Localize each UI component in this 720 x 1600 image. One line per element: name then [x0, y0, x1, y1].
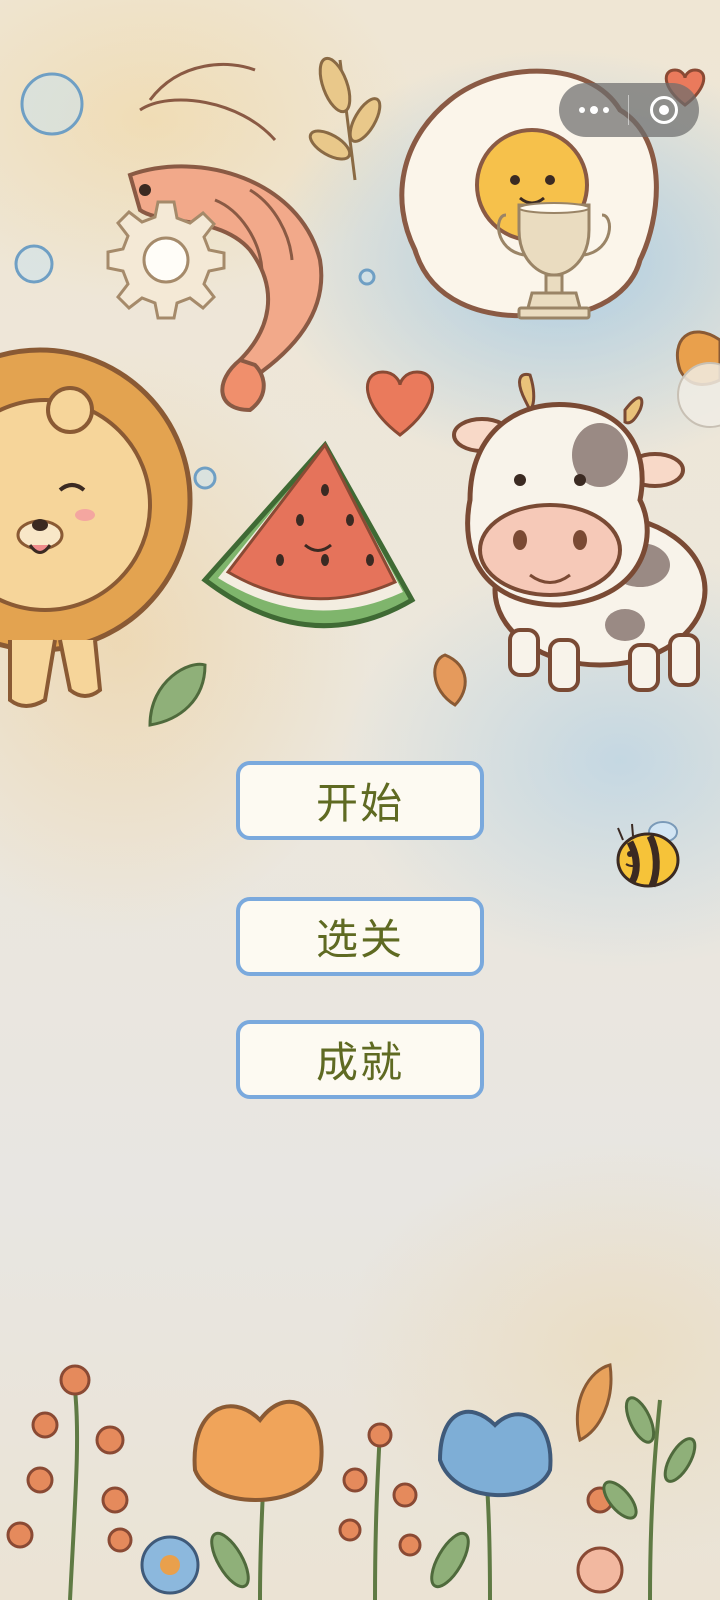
bee-icon: [616, 821, 680, 888]
flower-border: [6, 1363, 697, 1600]
leaf-decoration: [308, 56, 382, 181]
trophy-icon[interactable]: [494, 200, 614, 325]
gear-icon[interactable]: [102, 196, 230, 324]
lion-illustration: [0, 347, 193, 708]
cow-illustration: [452, 372, 708, 692]
level-select-button[interactable]: 选关: [236, 897, 484, 976]
close-target-icon[interactable]: [629, 83, 699, 137]
achievements-button[interactable]: 成就: [236, 1020, 484, 1099]
miniprogram-capsule: [559, 83, 699, 137]
start-button[interactable]: 开始: [236, 761, 484, 840]
watermelon-illustration: [201, 440, 416, 629]
more-dots-icon[interactable]: [559, 83, 628, 137]
leaf-decoration: [148, 653, 467, 727]
small-flower: [140, 1535, 200, 1595]
